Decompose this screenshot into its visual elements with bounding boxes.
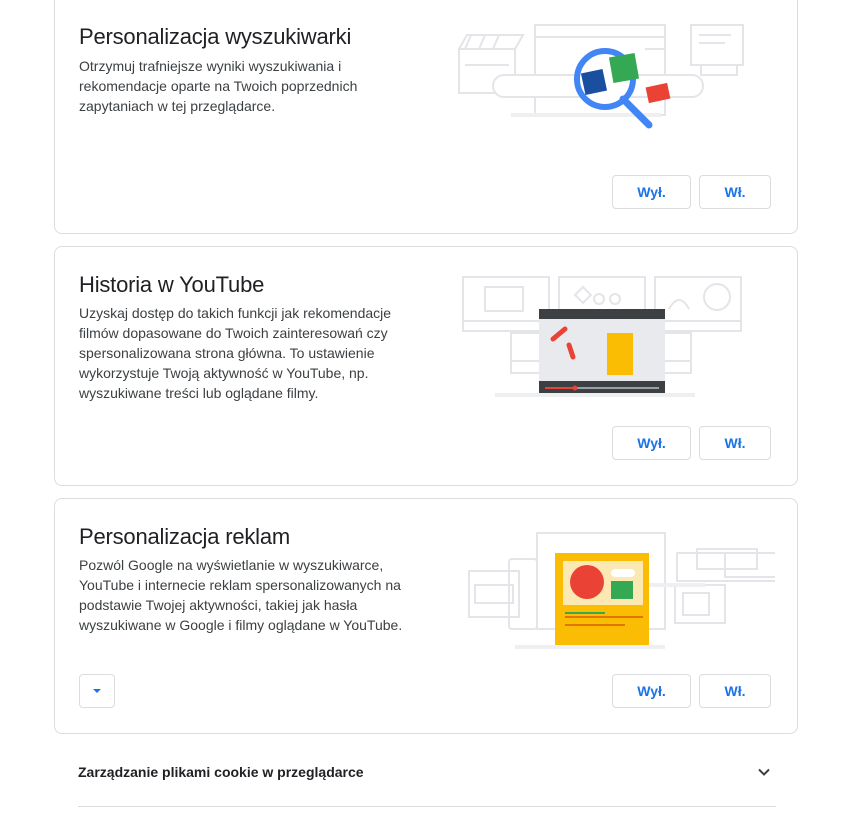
youtube-history-illustration bbox=[462, 276, 742, 397]
ad-personalization-illustration bbox=[468, 532, 775, 649]
card-title: Personalizacja wyszukiwarki bbox=[79, 24, 352, 49]
cookie-management-expander[interactable]: Zarządzanie plikami cookie w przeglądarc… bbox=[78, 752, 776, 807]
card-title: Personalizacja reklam bbox=[79, 524, 290, 549]
cookie-management-label: Zarządzanie plikami cookie w przeglądarc… bbox=[78, 764, 364, 780]
ad-personalization-card: Personalizacja reklam Pozwól Google na w… bbox=[54, 498, 798, 734]
youtube-history-card: Historia w YouTube Uzyskaj dostęp do tak… bbox=[54, 246, 798, 486]
card-description: Pozwól Google na wyświetlanie w wyszukiw… bbox=[79, 557, 403, 633]
youtube-on-button[interactable]: Wł. bbox=[699, 426, 771, 460]
card-description: Uzyskaj dostęp do takich funkcji jak rek… bbox=[79, 305, 392, 401]
caret-down-icon bbox=[93, 689, 101, 693]
ad-details-expand-button[interactable] bbox=[79, 674, 115, 708]
card-description: Otrzymuj trafniejsze wyniki wyszukiwania… bbox=[79, 58, 358, 114]
search-personalization-illustration bbox=[458, 24, 744, 129]
card-title: Historia w YouTube bbox=[79, 272, 265, 297]
search-personalization-card: Personalizacja wyszukiwarki Otrzymuj tra… bbox=[54, 0, 798, 234]
search-off-button[interactable]: Wył. bbox=[612, 175, 691, 209]
ads-on-button[interactable]: Wł. bbox=[699, 674, 771, 708]
search-on-button[interactable]: Wł. bbox=[699, 175, 771, 209]
youtube-off-button[interactable]: Wył. bbox=[612, 426, 691, 460]
ads-off-button[interactable]: Wył. bbox=[612, 674, 691, 708]
chevron-down-icon bbox=[758, 768, 770, 776]
